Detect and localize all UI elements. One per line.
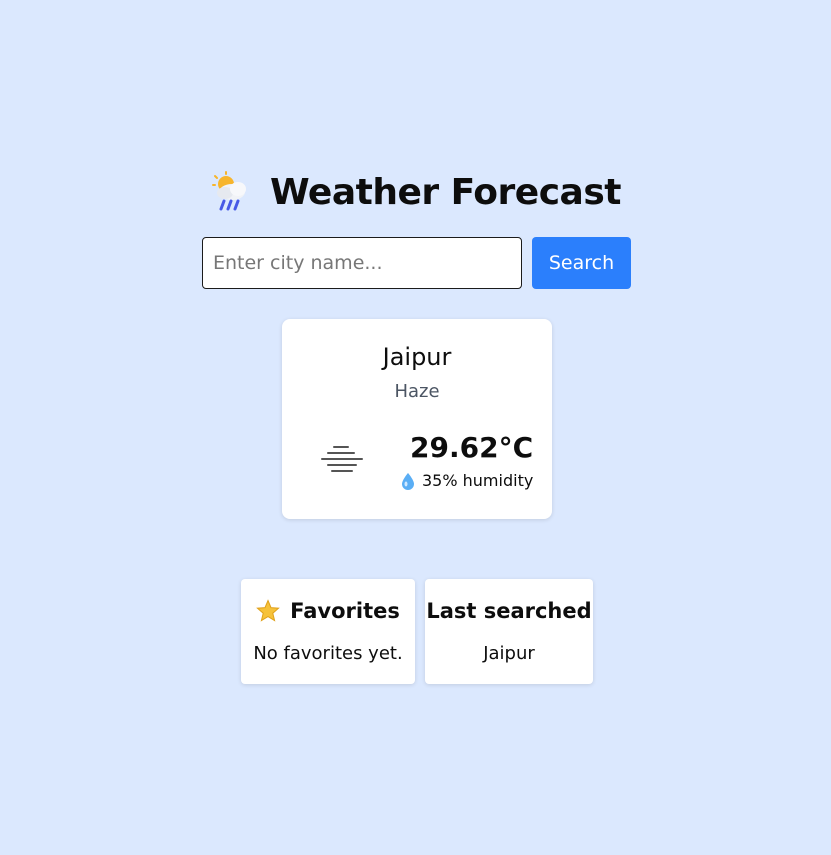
search-button[interactable]: Search	[532, 237, 631, 289]
weather-condition: Haze	[394, 381, 440, 402]
city-search-input[interactable]	[202, 237, 522, 289]
star-icon	[256, 599, 280, 623]
favorites-empty-text: No favorites yet.	[253, 643, 403, 664]
favorites-title: Favorites	[290, 599, 400, 623]
last-searched-card: Last searched Jaipur	[425, 579, 593, 684]
favorites-header: Favorites	[241, 599, 415, 623]
last-searched-city[interactable]: Jaipur	[425, 643, 593, 664]
search-bar: Search	[202, 237, 631, 289]
sun-cloud-rain-icon	[210, 170, 254, 214]
page-title: Weather Forecast	[270, 171, 621, 213]
city-name: Jaipur	[382, 343, 452, 371]
weather-card: Jaipur Haze 29.62°C 35% humidity	[282, 319, 552, 519]
haze-icon	[318, 443, 366, 477]
last-searched-header: Last searched	[425, 599, 593, 623]
humidity-row: 35% humidity	[400, 471, 533, 490]
last-searched-title: Last searched	[426, 599, 592, 623]
humidity-value: 35% humidity	[422, 471, 534, 490]
favorites-card: Favorites No favorites yet.	[241, 579, 415, 684]
temperature: 29.62°C	[410, 431, 534, 464]
weather-app: Weather Forecast Search Jaipur Haze 29.6…	[0, 0, 831, 855]
droplet-icon	[400, 472, 416, 490]
header: Weather Forecast	[0, 170, 831, 214]
